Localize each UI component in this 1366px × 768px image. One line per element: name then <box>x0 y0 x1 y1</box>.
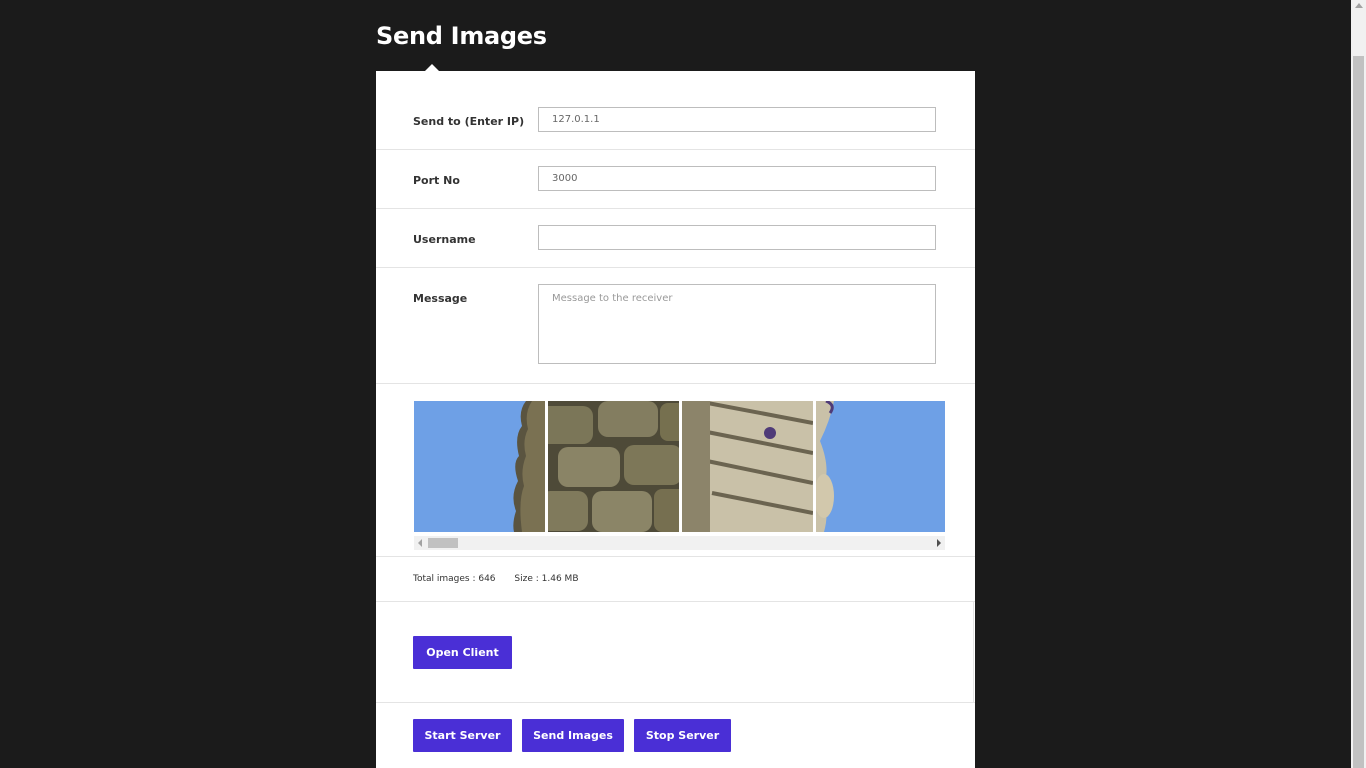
message-textarea[interactable]: Message to the receiver <box>538 284 936 364</box>
port-label: Port No <box>413 174 460 187</box>
send-images-card: Send to (Enter IP) 127.0.1.1 Port No 300… <box>376 71 975 768</box>
page-scrollbar-thumb[interactable] <box>1353 56 1364 768</box>
ip-input[interactable]: 127.0.1.1 <box>538 107 936 132</box>
stats-row <box>376 557 975 602</box>
username-label: Username <box>413 233 476 246</box>
port-input[interactable]: 3000 <box>538 166 936 191</box>
ip-row: Send to (Enter IP) 127.0.1.1 <box>376 71 975 150</box>
stop-server-button[interactable]: Stop Server <box>634 719 731 752</box>
start-server-button[interactable]: Start Server <box>413 719 512 752</box>
page-scrollbar[interactable] <box>1351 0 1366 768</box>
client-row <box>376 602 975 703</box>
port-row: Port No 3000 <box>376 150 975 209</box>
ip-label: Send to (Enter IP) <box>413 115 525 128</box>
title-pointer <box>425 64 439 71</box>
message-label: Message <box>413 292 468 305</box>
username-row: Username <box>376 209 975 268</box>
scroll-up-icon[interactable] <box>1355 3 1363 8</box>
send-images-button[interactable]: Send Images <box>522 719 624 752</box>
gallery-row <box>376 383 975 557</box>
message-row: Message Message to the receiver <box>376 268 975 384</box>
username-input[interactable] <box>538 225 936 250</box>
page-title: Send Images <box>376 22 547 50</box>
